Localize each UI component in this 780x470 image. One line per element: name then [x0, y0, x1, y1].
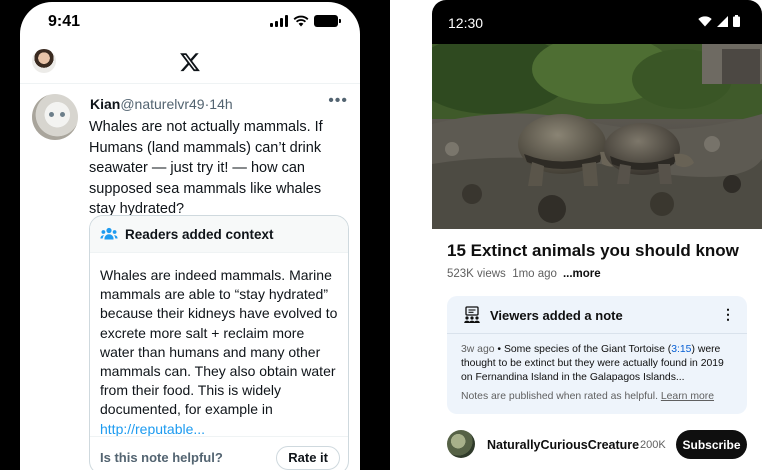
video-player[interactable] [432, 44, 762, 229]
more-options-icon[interactable]: ••• [328, 92, 348, 110]
note-footer: Is this note helpful? Rate it [90, 436, 348, 470]
helpful-prompt: Is this note helpful? [100, 450, 223, 465]
cellular-signal-icon [717, 15, 728, 27]
x-screen: 9:41 Kian@naturelvr49·14h ••• Whales are… [20, 2, 360, 470]
status-bar: 12:30 [432, 0, 762, 44]
status-icons [270, 15, 341, 27]
viewer-note-footer: Notes are published when rated as helpfu… [461, 391, 714, 402]
people-icon [100, 227, 118, 240]
video-meta: 523K views 1mo ago ...more [447, 268, 601, 280]
rate-it-button[interactable]: Rate it [276, 446, 340, 470]
note-body: Whales are indeed mammals. Marine mammal… [90, 253, 348, 439]
youtube-screen: 12:30 15 Extinct animals you should know… [432, 0, 762, 470]
view-count: 523K views [447, 268, 506, 280]
battery-icon [314, 15, 341, 27]
x-logo-icon[interactable] [179, 51, 201, 73]
channel-row: NaturallyCuriousCreature 200K Subscribe [447, 430, 747, 460]
community-note: Readers added context Whales are indeed … [89, 215, 349, 470]
subscribe-button[interactable]: Subscribe [676, 430, 747, 459]
note-age: 3w ago [461, 344, 495, 355]
status-icons [698, 15, 740, 27]
x-phone: 9:41 Kian@naturelvr49·14h ••• Whales are… [0, 0, 390, 470]
author-handle[interactable]: @naturelvr49 [120, 96, 204, 112]
note-title: Readers added context [125, 226, 274, 242]
status-time: 9:41 [48, 13, 81, 30]
battery-icon [733, 15, 740, 27]
tweet-time[interactable]: 14h [209, 96, 232, 112]
viewer-note: Viewers added a note ⋮ 3w ago • Some spe… [447, 296, 747, 414]
status-time: 12:30 [448, 15, 484, 31]
note-text: Whales are indeed mammals. Marine mammal… [100, 267, 338, 418]
cellular-signal-icon [270, 15, 288, 27]
note-footer-text: Notes are published when rated as helpfu… [461, 391, 658, 402]
note-header: Readers added context [90, 216, 348, 253]
viewer-note-header: Viewers added a note ⋮ [447, 296, 747, 334]
tweet-header: Kian@naturelvr49·14h [90, 96, 233, 112]
x-top-bar [20, 44, 360, 84]
wifi-icon [293, 15, 309, 27]
note-menu-icon[interactable]: ⋮ [721, 306, 735, 323]
subscriber-count: 200K [640, 439, 666, 451]
note-timestamp-link[interactable]: 3:15 [671, 344, 691, 355]
channel-name[interactable]: NaturallyCuriousCreature [487, 438, 639, 452]
channel-avatar[interactable] [447, 430, 475, 458]
author-avatar[interactable] [32, 94, 78, 140]
status-bar: 9:41 [20, 2, 360, 42]
learn-more-link[interactable]: Learn more [661, 391, 714, 402]
more-description-link[interactable]: ...more [563, 268, 601, 280]
viewer-note-title: Viewers added a note [490, 308, 623, 323]
note-source-link[interactable]: http://reputable... [100, 421, 205, 437]
wifi-icon [698, 15, 712, 26]
viewer-note-body[interactable]: 3w ago • Some species of the Giant Torto… [461, 343, 737, 385]
note-bullet: • [497, 344, 502, 355]
author-name[interactable]: Kian [90, 96, 120, 112]
upload-age: 1mo ago [512, 268, 557, 280]
profile-avatar[interactable] [32, 49, 56, 73]
notes-people-icon [464, 306, 480, 323]
note-text-start: Some species of the Giant Tortoise ( [503, 344, 672, 355]
tweet-text: Whales are not actually mammals. If Huma… [89, 119, 323, 217]
video-title[interactable]: 15 Extinct animals you should know [447, 241, 739, 261]
